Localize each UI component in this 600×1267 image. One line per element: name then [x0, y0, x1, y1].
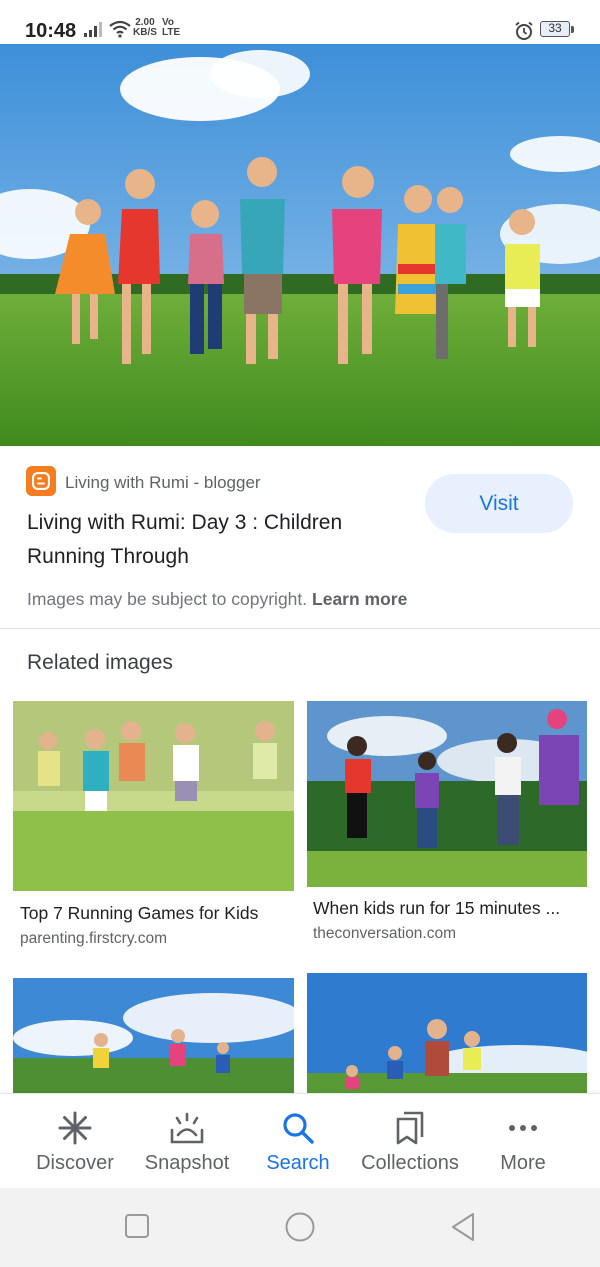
blogger-icon [26, 466, 56, 496]
status-time: 10:48 [25, 20, 77, 42]
related-image-2-illustration [307, 701, 587, 887]
related-images-heading: Related images [27, 651, 173, 674]
nav-more-label: More [500, 1152, 546, 1174]
network-speed-unit: KB/S [133, 27, 157, 38]
nav-snapshot-label: Snapshot [144, 1152, 230, 1174]
battery-icon: 33 [540, 21, 570, 37]
asterisk-icon [58, 1111, 92, 1145]
visit-button[interactable]: Visit [425, 474, 573, 533]
back-triangle-icon[interactable] [449, 1212, 477, 1242]
nav-discover[interactable]: Discover [15, 1094, 135, 1189]
copyright-notice: Images may be subject to copyright. Lear… [27, 589, 407, 610]
status-bar: 10:48 2.00 KB/S Vo LTE 33 [0, 0, 600, 44]
signal-icon [84, 22, 102, 37]
snapshot-icon [170, 1112, 204, 1144]
volte-bottom: LTE [162, 27, 181, 38]
related-image-4[interactable] [307, 973, 587, 1094]
copyright-text: Images may be subject to copyright. [27, 589, 308, 609]
related-image-1-site: parenting.firstcry.com [20, 930, 168, 947]
related-image-2[interactable] [307, 701, 587, 887]
home-circle-icon[interactable] [284, 1212, 316, 1242]
wifi-icon [109, 20, 131, 38]
volte-indicator: Vo LTE [162, 18, 180, 38]
recents-square-icon[interactable] [124, 1212, 150, 1240]
bottom-navigation: Discover Snapshot Search Collections Mor… [0, 1093, 600, 1189]
nav-search[interactable]: Search [238, 1094, 358, 1189]
nav-collections[interactable]: Collections [350, 1094, 470, 1189]
related-image-1-illustration [13, 701, 294, 891]
related-image-2-caption[interactable]: When kids run for 15 minutes ... [313, 898, 560, 919]
alarm-icon [515, 21, 533, 40]
nav-more[interactable]: More [463, 1094, 583, 1189]
related-image-1-caption[interactable]: Top 7 Running Games for Kids [20, 903, 258, 924]
learn-more-link[interactable]: Learn more [312, 589, 407, 609]
collections-icon [396, 1111, 424, 1145]
battery-tip [571, 26, 574, 33]
related-image-1[interactable] [13, 701, 294, 891]
search-icon [283, 1113, 314, 1144]
nav-collections-label: Collections [361, 1152, 459, 1174]
hero-illustration [0, 44, 600, 446]
related-image-2-site: theconversation.com [313, 925, 457, 942]
related-image-3-illustration [13, 978, 294, 1094]
network-speed: 2.00 KB/S [133, 18, 157, 38]
main-image[interactable] [0, 44, 600, 446]
related-image-4-illustration [307, 973, 587, 1094]
related-image-3[interactable] [13, 978, 294, 1094]
more-dots-icon [509, 1125, 537, 1131]
nav-discover-label: Discover [36, 1152, 114, 1174]
source-name: Living with Rumi - blogger [65, 473, 261, 492]
divider [0, 628, 600, 629]
system-navigation-bar [0, 1188, 600, 1267]
nav-snapshot[interactable]: Snapshot [127, 1094, 247, 1189]
result-title[interactable]: Living with Rumi: Day 3 : Children Runni… [27, 506, 407, 574]
nav-search-label: Search [266, 1152, 330, 1174]
